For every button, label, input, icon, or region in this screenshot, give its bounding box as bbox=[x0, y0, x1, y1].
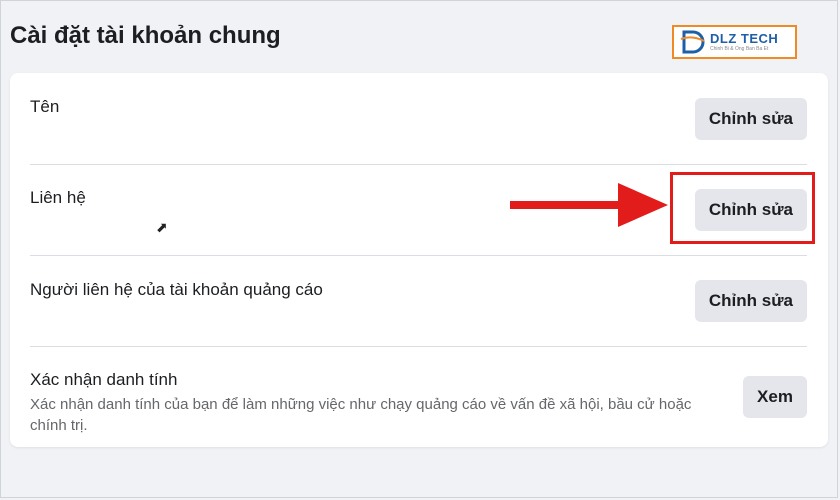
brand-logo: DLZ TECH Chinh Bi & Ong Ban Ba Et bbox=[672, 25, 797, 59]
row-title-name: Tên bbox=[30, 97, 60, 116]
edit-name-button[interactable]: Chỉnh sửa bbox=[694, 98, 807, 140]
settings-card: Tên Chỉnh sửa Liên hệ Chỉnh sửa Người li… bbox=[10, 73, 828, 447]
row-divider bbox=[30, 164, 807, 165]
row-divider bbox=[30, 255, 807, 256]
setting-row-ad-account-contact: Người liên hệ của tài khoản quảng cáo Ch… bbox=[30, 280, 807, 324]
row-title-contact: Liên hệ bbox=[30, 188, 86, 207]
edit-contact-button[interactable]: Chỉnh sửa bbox=[694, 189, 807, 231]
edit-ad-account-contact-button[interactable]: Chỉnh sửa bbox=[694, 280, 807, 322]
mouse-cursor-icon: ⬈ bbox=[156, 219, 168, 235]
row-divider bbox=[30, 346, 807, 347]
view-identity-button[interactable]: Xem bbox=[743, 376, 807, 418]
logo-d-icon bbox=[680, 30, 705, 54]
setting-row-contact: Liên hệ Chỉnh sửa bbox=[30, 188, 807, 232]
row-description-identity: Xác nhận danh tính của bạn để làm những … bbox=[30, 396, 692, 434]
logo-tagline: Chinh Bi & Ong Ban Ba Et bbox=[710, 46, 769, 52]
setting-row-identity: Xác nhận danh tính Xác nhận danh tính củ… bbox=[30, 370, 807, 434]
logo-name: DLZ TECH bbox=[710, 31, 779, 46]
row-title-identity: Xác nhận danh tính bbox=[30, 370, 178, 389]
red-arrow-annotation bbox=[510, 183, 668, 227]
setting-row-name: Tên Chỉnh sửa bbox=[30, 97, 807, 141]
page-title: Cài đặt tài khoản chung bbox=[10, 22, 281, 49]
row-title-ad-account-contact: Người liên hệ của tài khoản quảng cáo bbox=[30, 280, 323, 299]
